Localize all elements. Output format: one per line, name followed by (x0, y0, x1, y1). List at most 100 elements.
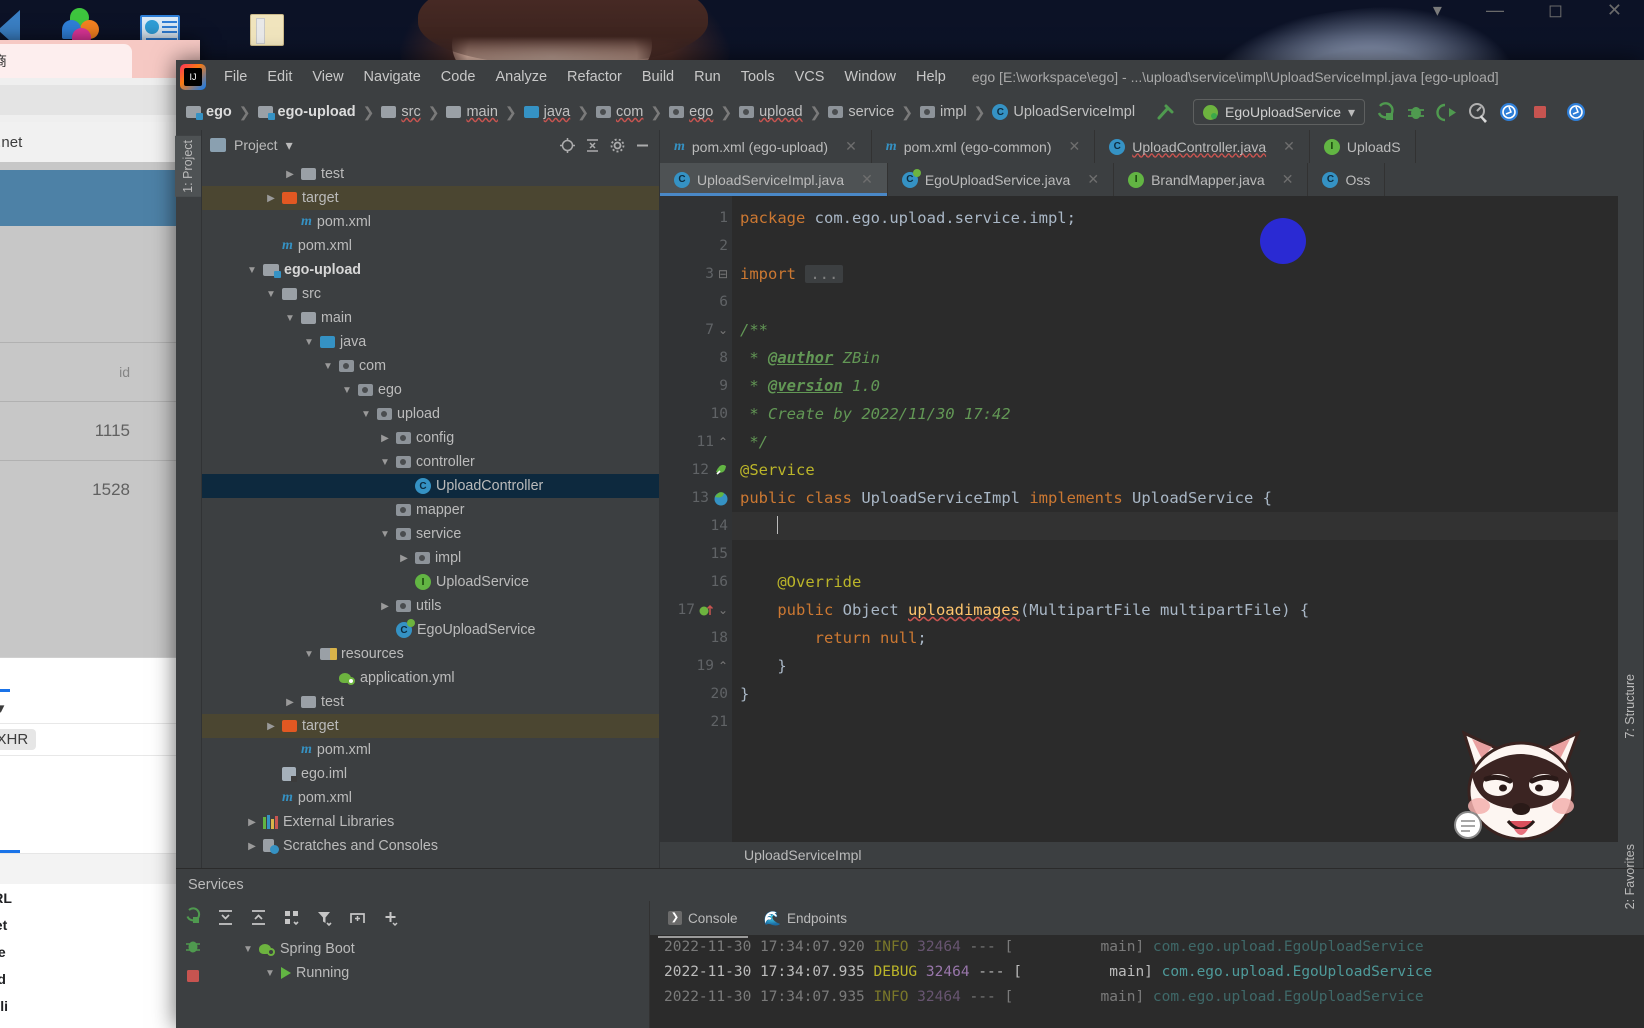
folder-icon[interactable] (250, 10, 290, 50)
chevron-down-icon[interactable]: ▼ (379, 529, 391, 540)
gutter-line[interactable]: 10 (660, 400, 732, 428)
menu-navigate[interactable]: Navigate (354, 65, 431, 89)
menu-window[interactable]: Window (834, 65, 906, 89)
editor-tab-uploadserviceimpl-java[interactable]: C UploadServiceImpl.java ✕ (660, 163, 888, 196)
tree-item-controller[interactable]: ▼ controller (202, 450, 659, 474)
tree-item-egouploadservice[interactable]: C EgoUploadService (202, 618, 659, 642)
tree-item-com[interactable]: ▼ com (202, 354, 659, 378)
editor-status-breadcrumb[interactable]: UploadServiceImpl (660, 842, 1618, 868)
navbar-item-impl[interactable]: impl (918, 102, 969, 122)
chevron-down-icon[interactable]: ▼ (303, 337, 315, 348)
tab-console[interactable]: ❯ Console (658, 907, 748, 938)
editor-tab-uploadcontroller-java[interactable]: C UploadController.java ✕ (1095, 130, 1310, 163)
gutter-line[interactable]: 3 ⊟ (660, 260, 732, 288)
gutter-line[interactable]: 12 (660, 456, 732, 484)
navbar-item-java[interactable]: java (522, 102, 573, 122)
gutter-line[interactable]: 9 (660, 372, 732, 400)
chevron-down-icon[interactable]: ▼ (341, 385, 353, 396)
collapse-icon[interactable]: ▾ (1411, 0, 1464, 21)
close-icon[interactable]: ✕ (861, 171, 873, 188)
bean-icon[interactable] (713, 463, 728, 478)
editor-tab-row-1[interactable]: m pom.xml (ego-upload) ✕ m pom.xml (ego-comm… (660, 130, 1618, 163)
chevron-right-icon[interactable]: ▶ (379, 433, 391, 444)
filter-icon[interactable] (315, 908, 334, 930)
gutter-line[interactable]: 17 ⌄ (660, 596, 732, 624)
gutter-line[interactable]: 14 (660, 512, 732, 540)
tree-item-ego-upload[interactable]: ▼ ego-upload (202, 258, 659, 282)
code-line[interactable] (732, 512, 1618, 540)
debug-icon[interactable] (1405, 101, 1427, 123)
chevron-down-icon[interactable]: ▼ (284, 313, 296, 324)
run-icon[interactable] (1374, 101, 1396, 123)
editor-tab-pom-xml-ego-common-[interactable]: m pom.xml (ego-common) ✕ (872, 130, 1096, 163)
tree-item-pom-xml[interactable]: m pom.xml (202, 786, 659, 810)
navbar-item-ego-pkg[interactable]: ego (667, 102, 715, 122)
chevron-down-icon[interactable]: ▼ (379, 457, 391, 468)
menu-refactor[interactable]: Refactor (557, 65, 632, 89)
settings-gear-icon[interactable] (609, 137, 626, 154)
chevron-right-icon[interactable]: ▶ (265, 193, 277, 204)
editor-code[interactable]: package com.ego.upload.service.impl; imp… (732, 196, 1618, 842)
editor-tab-oss[interactable]: C Oss (1308, 163, 1386, 196)
code-fold-icon[interactable]: ⌃ (718, 659, 728, 673)
rerun-icon[interactable] (184, 907, 202, 928)
code-line[interactable]: package com.ego.upload.service.impl; (732, 204, 1618, 232)
locate-icon[interactable] (559, 137, 576, 154)
gutter-line[interactable]: 8 (660, 344, 732, 372)
navbar-item-com[interactable]: com (594, 102, 645, 122)
gutter-line[interactable]: 21 (660, 708, 732, 736)
collapse-all-icon[interactable] (249, 908, 268, 930)
tree-item-ego[interactable]: ▼ ego (202, 378, 659, 402)
gutter-line[interactable]: 16 (660, 568, 732, 596)
editor-tab-uploads[interactable]: I UploadS (1310, 130, 1416, 163)
navbar-item-ego[interactable]: ego (184, 102, 234, 122)
override-icon[interactable] (699, 603, 714, 618)
menu-edit[interactable]: Edit (257, 65, 302, 89)
chevron-down-icon[interactable]: ▼ (246, 265, 258, 276)
menu-vcs[interactable]: VCS (785, 65, 835, 89)
code-line[interactable] (732, 288, 1618, 316)
hide-icon[interactable] (634, 137, 651, 154)
code-line[interactable]: @Service (732, 456, 1618, 484)
editor-tab-brandmapper-java[interactable]: I BrandMapper.java ✕ (1114, 163, 1309, 196)
run-configuration-select[interactable]: EgoUploadService ▾ (1193, 99, 1366, 125)
tree-item-scratches-and-consoles[interactable]: ▶ Scratches and Consoles (202, 834, 659, 858)
gutter-line[interactable]: 11 ⌃ (660, 428, 732, 456)
navbar-item-src[interactable]: src (379, 102, 422, 122)
code-fold-icon[interactable]: ⌃ (718, 435, 728, 449)
tree-item-pom-xml[interactable]: m pom.xml (202, 210, 659, 234)
code-line[interactable]: */ (732, 428, 1618, 456)
service-tree-item-spring-boot[interactable]: ▼ Spring Boot (210, 937, 649, 961)
code-line[interactable]: * Create by 2022/11/30 17:42 (732, 400, 1618, 428)
chevron-down-icon[interactable]: ▼ (322, 361, 334, 372)
tree-item-service[interactable]: ▼ service (202, 522, 659, 546)
omnibox[interactable]: om/#/item/brand (0, 78, 200, 122)
navbar-item-main[interactable]: main (444, 102, 499, 122)
chevron-down-icon[interactable]: ▾ (286, 137, 293, 154)
tree-item-pom-xml[interactable]: m pom.xml (202, 738, 659, 762)
tree-item-uploadservice[interactable]: I UploadService (202, 570, 659, 594)
bookmark-diagrams[interactable]: diagrams.net (0, 134, 22, 151)
updates-icon[interactable] (1565, 101, 1587, 123)
code-fold-icon[interactable]: ⌄ (718, 323, 728, 337)
filter-fetch-xhr[interactable]: Fetch/XHR (0, 729, 37, 750)
code-line[interactable] (732, 540, 1618, 568)
tree-item-external-libraries[interactable]: ▶ External Libraries (202, 810, 659, 834)
menu-view[interactable]: View (302, 65, 353, 89)
code-line[interactable] (732, 708, 1618, 736)
menu-tools[interactable]: Tools (731, 65, 785, 89)
stop-icon[interactable] (1529, 101, 1551, 123)
menu-help[interactable]: Help (906, 65, 956, 89)
close-icon[interactable]: ✕ (1282, 171, 1294, 188)
tree-item-java[interactable]: ▼ java (202, 330, 659, 354)
menu-file[interactable]: File (214, 65, 257, 89)
gutter-line[interactable]: 15 (660, 540, 732, 568)
menu-analyze[interactable]: Analyze (485, 65, 557, 89)
chevron-right-icon[interactable]: ▶ (398, 553, 410, 564)
tree-item-resources[interactable]: ▼ resources (202, 642, 659, 666)
tree-item-impl[interactable]: ▶ impl (202, 546, 659, 570)
code-line[interactable]: * @author ZBin (732, 344, 1618, 372)
chevron-down-icon[interactable]: ▼ (264, 968, 276, 979)
code-line[interactable] (732, 232, 1618, 260)
spring-bean-icon[interactable] (713, 491, 728, 506)
